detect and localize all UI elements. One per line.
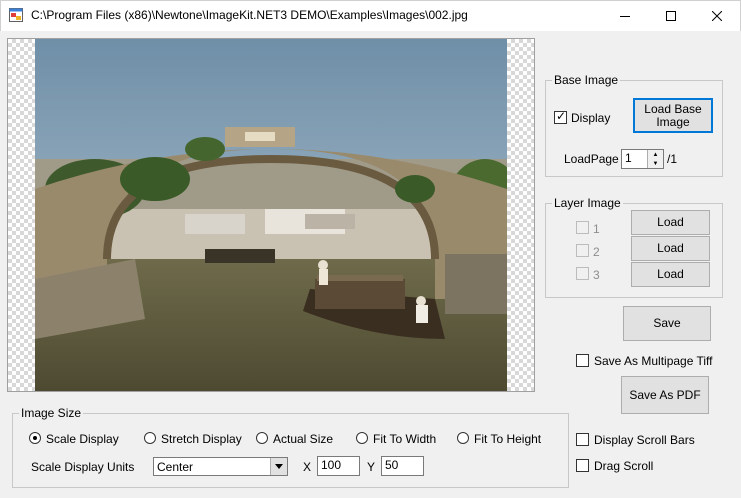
layer-3-checkbox[interactable] — [576, 267, 589, 280]
load-base-image-button[interactable]: Load Base Image — [633, 98, 713, 133]
load-layer-3-button[interactable]: Load — [631, 262, 710, 287]
loadpage-label: LoadPage — [564, 152, 619, 166]
maximize-icon — [666, 10, 676, 21]
close-icon — [712, 10, 722, 21]
actual-size-label: Actual Size — [273, 432, 334, 446]
actual-size-radio[interactable] — [256, 432, 268, 444]
spin-down-icon[interactable]: ▼ — [648, 159, 663, 168]
scale-display-label: Scale Display — [46, 432, 119, 446]
fit-to-width-label: Fit To Width — [373, 432, 437, 446]
scale-display-units-label: Scale Display Units — [31, 460, 135, 474]
load-layer-1-button[interactable]: Load — [631, 210, 710, 235]
fit-to-width-radio[interactable] — [356, 432, 368, 444]
save-multipage-checkbox[interactable] — [576, 354, 589, 367]
close-button[interactable] — [694, 0, 740, 31]
loadpage-spinner[interactable]: 1 ▲ ▼ — [621, 149, 664, 169]
app-window-icon — [9, 8, 23, 22]
fit-to-height-radio[interactable] — [457, 432, 469, 444]
dropdown-arrow[interactable] — [270, 458, 287, 475]
layer-image-legend: Layer Image — [554, 196, 621, 210]
minimize-button[interactable] — [602, 0, 648, 31]
layer-1-label: 1 — [593, 222, 600, 236]
window-title: C:\Program Files (x86)\Newtone\ImageKit.… — [31, 8, 468, 22]
base-image-photo — [35, 39, 507, 391]
loadpage-value: 1 — [625, 151, 632, 165]
fit-to-height-label: Fit To Height — [474, 432, 542, 446]
image-size-legend: Image Size — [21, 406, 82, 420]
layer-2-checkbox[interactable] — [576, 244, 589, 257]
transparent-area-right — [507, 39, 534, 391]
stretch-display-label: Stretch Display — [161, 432, 242, 446]
spin-up-icon[interactable]: ▲ — [648, 150, 663, 159]
layer-1-checkbox[interactable] — [576, 221, 589, 234]
radio-selected-dot — [33, 436, 37, 440]
page-total-label: /1 — [667, 152, 678, 166]
display-scroll-bars-label: Display Scroll Bars — [594, 433, 695, 447]
base-image-legend: Base Image — [554, 73, 619, 87]
stretch-display-radio[interactable] — [144, 432, 156, 444]
y-label: Y — [367, 460, 376, 474]
scale-display-units-select[interactable]: Center — [153, 457, 288, 476]
x-input[interactable]: 100 — [317, 456, 360, 476]
transparent-area-left — [8, 39, 35, 391]
image-viewer[interactable] — [7, 38, 535, 392]
display-scroll-bars-checkbox[interactable] — [576, 433, 589, 446]
checkmark-icon: ✓ — [556, 109, 567, 123]
layer-2-label: 2 — [593, 245, 600, 259]
y-input[interactable]: 50 — [381, 456, 424, 476]
scale-display-radio[interactable] — [29, 432, 41, 444]
chevron-down-icon — [275, 464, 283, 469]
display-label: Display — [571, 111, 611, 125]
layer-3-label: 3 — [593, 268, 600, 282]
display-checkbox[interactable]: ✓ — [554, 109, 567, 124]
x-label: X — [303, 460, 312, 474]
minimize-icon — [620, 15, 630, 17]
save-button[interactable]: Save — [623, 306, 711, 341]
drag-scroll-checkbox[interactable] — [576, 459, 589, 472]
load-layer-2-button[interactable]: Load — [631, 236, 710, 261]
save-multipage-label: Save As Multipage Tiff — [594, 354, 713, 368]
save-as-pdf-button[interactable]: Save As PDF — [621, 376, 709, 414]
scale-display-units-value: Center — [157, 460, 194, 474]
drag-scroll-label: Drag Scroll — [594, 459, 654, 473]
spinner-arrows[interactable]: ▲ ▼ — [647, 150, 663, 168]
image-size-group: Image Size — [12, 406, 569, 488]
maximize-button[interactable] — [648, 0, 694, 31]
